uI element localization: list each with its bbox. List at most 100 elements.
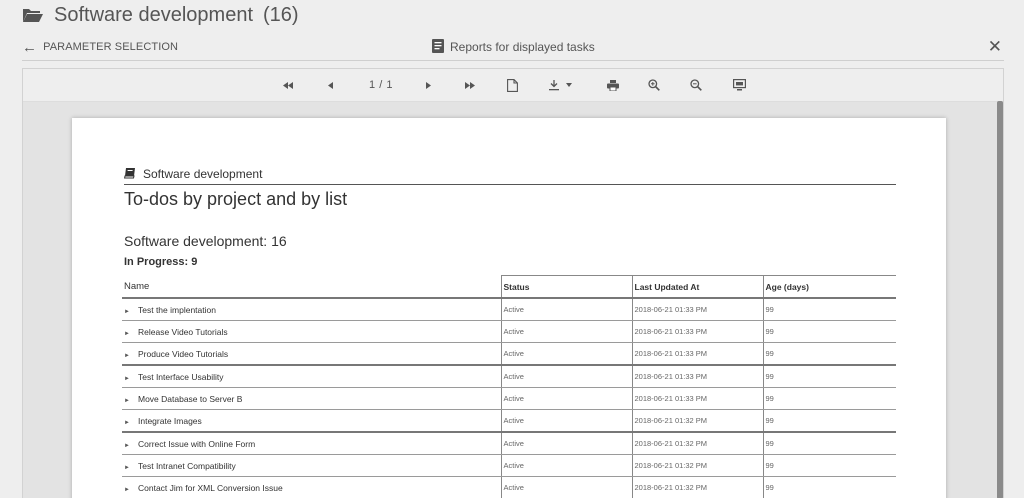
viewer-toolbar: 1 / 1 (23, 69, 1003, 102)
table-row[interactable]: ► Test the implentation Active 2018-06-21… (122, 298, 896, 321)
task-age: 99 (762, 365, 896, 388)
parameter-selection-link[interactable]: ← PARAMETER SELECTION (22, 36, 178, 58)
document-icon (506, 78, 518, 92)
task-count: (16) (263, 3, 299, 26)
task-status: Active (500, 454, 632, 477)
expand-icon[interactable]: ► (124, 376, 138, 382)
last-page-icon (465, 81, 475, 89)
expand-icon[interactable]: ► (124, 353, 138, 359)
task-status: Active (500, 365, 632, 388)
page-indicator: 1 / 1 (369, 79, 393, 91)
tasks-table: Name Status Last Updated At Age (days) ►… (122, 275, 896, 498)
expand-icon[interactable]: ► (124, 443, 138, 449)
task-status: Active (500, 476, 632, 498)
print-button[interactable] (606, 77, 620, 93)
report-viewer: 1 / 1 Software development To-dos by pro… (22, 68, 1004, 498)
task-status: Active (500, 432, 632, 455)
table-row[interactable]: ► Release Video Tutorials Active 2018-06-… (122, 320, 896, 343)
next-page-button[interactable] (421, 77, 435, 93)
report-page: Software development To-dos by project a… (72, 118, 946, 498)
download-icon (548, 79, 576, 91)
task-status: Active (500, 387, 632, 410)
group-title: In Progress: 9 (124, 256, 198, 268)
expand-icon[interactable]: ► (124, 420, 138, 426)
column-header-age: Age (days) (762, 275, 896, 299)
column-header-last-updated: Last Updated At (631, 275, 763, 299)
report-heading: Reports for displayed tasks (432, 36, 595, 58)
section-title: Software development: 16 (124, 233, 287, 249)
zoom-in-button[interactable] (647, 77, 661, 93)
zoom-out-icon (690, 79, 702, 91)
download-button[interactable] (547, 77, 577, 93)
zoom-in-icon (648, 79, 660, 91)
task-age: 99 (762, 409, 896, 433)
project-header: Software development (123, 166, 896, 185)
expand-icon[interactable]: ► (124, 309, 138, 315)
parameter-selection-label: PARAMETER SELECTION (43, 41, 179, 53)
last-page-button[interactable] (463, 77, 477, 93)
report-icon (432, 38, 444, 56)
fit-page-button[interactable] (731, 77, 747, 93)
report-heading-label: Reports for displayed tasks (450, 40, 595, 54)
task-updated: 2018-06-21 01:33 PM (631, 342, 763, 366)
task-age: 99 (762, 342, 896, 366)
task-status: Active (500, 342, 632, 366)
back-arrow-icon: ← (22, 38, 38, 56)
report-title: To-dos by project and by list (124, 189, 348, 209)
expand-icon[interactable]: ► (124, 398, 138, 404)
task-updated: 2018-06-21 01:33 PM (631, 387, 763, 410)
task-name: Produce Video Tutorials (138, 348, 229, 359)
column-header-status: Status (500, 275, 632, 299)
scrollbar-thumb[interactable] (997, 101, 1003, 498)
prev-page-button[interactable] (323, 77, 337, 93)
table-row[interactable]: ► Integrate Images Active 2018-06-21 01:3… (122, 409, 896, 433)
task-updated: 2018-06-21 01:32 PM (631, 454, 763, 477)
expand-icon[interactable]: ► (124, 487, 138, 493)
nav-bar: ← PARAMETER SELECTION Reports for displa… (22, 36, 1004, 61)
task-name: Integrate Images (138, 415, 202, 426)
table-row[interactable]: ► Correct Issue with Online Form Active 2… (122, 432, 896, 455)
task-status: Active (500, 320, 632, 343)
fit-icon (732, 79, 746, 91)
expand-icon[interactable]: ► (124, 331, 138, 337)
table-row[interactable]: ► Test Intranet Compatibility Active 2018… (122, 454, 896, 477)
column-header-name: Name (122, 275, 501, 299)
task-status: Active (500, 298, 632, 321)
table-row[interactable]: ► Test Interface Usability Active 2018-06… (122, 365, 896, 388)
table-row[interactable]: ► Move Database to Server B Active 2018-0… (122, 387, 896, 410)
task-name: Test Interface Usability (138, 371, 224, 382)
document-button[interactable] (505, 77, 519, 93)
print-icon (607, 79, 619, 91)
prev-page-icon (327, 81, 333, 89)
task-age: 99 (762, 298, 896, 321)
task-age: 99 (762, 432, 896, 455)
project-label: Software development (143, 167, 263, 181)
task-name: Release Video Tutorials (138, 326, 228, 337)
expand-icon[interactable]: ► (124, 465, 138, 471)
folder-open-icon (22, 7, 44, 23)
close-icon: ✕ (987, 37, 1002, 56)
task-updated: 2018-06-21 01:33 PM (631, 320, 763, 343)
task-updated: 2018-06-21 01:32 PM (631, 409, 763, 433)
task-status: Active (500, 409, 632, 433)
vertical-scrollbar[interactable] (997, 101, 1003, 498)
zoom-out-button[interactable] (689, 77, 703, 93)
task-name: Contact Jim for XML Conversion Issue (138, 482, 283, 493)
task-age: 99 (762, 454, 896, 477)
table-row[interactable]: ► Contact Jim for XML Conversion Issue Ac… (122, 476, 896, 498)
next-page-icon (425, 81, 431, 89)
first-page-icon (283, 81, 293, 89)
first-page-button[interactable] (281, 77, 295, 93)
task-updated: 2018-06-21 01:33 PM (631, 298, 763, 321)
task-name: Correct Issue with Online Form (138, 438, 256, 449)
close-button[interactable]: ✕ (988, 36, 1002, 58)
task-updated: 2018-06-21 01:32 PM (631, 432, 763, 455)
page-title: Software development (16) (22, 2, 299, 28)
task-name: Test the implentation (138, 304, 216, 315)
table-row[interactable]: ► Produce Video Tutorials Active 2018-06-… (122, 342, 896, 366)
task-age: 99 (762, 387, 896, 410)
task-updated: 2018-06-21 01:33 PM (631, 365, 763, 388)
task-updated: 2018-06-21 01:32 PM (631, 476, 763, 498)
task-name: Move Database to Server B (138, 393, 243, 404)
project-name: Software development (54, 3, 254, 26)
